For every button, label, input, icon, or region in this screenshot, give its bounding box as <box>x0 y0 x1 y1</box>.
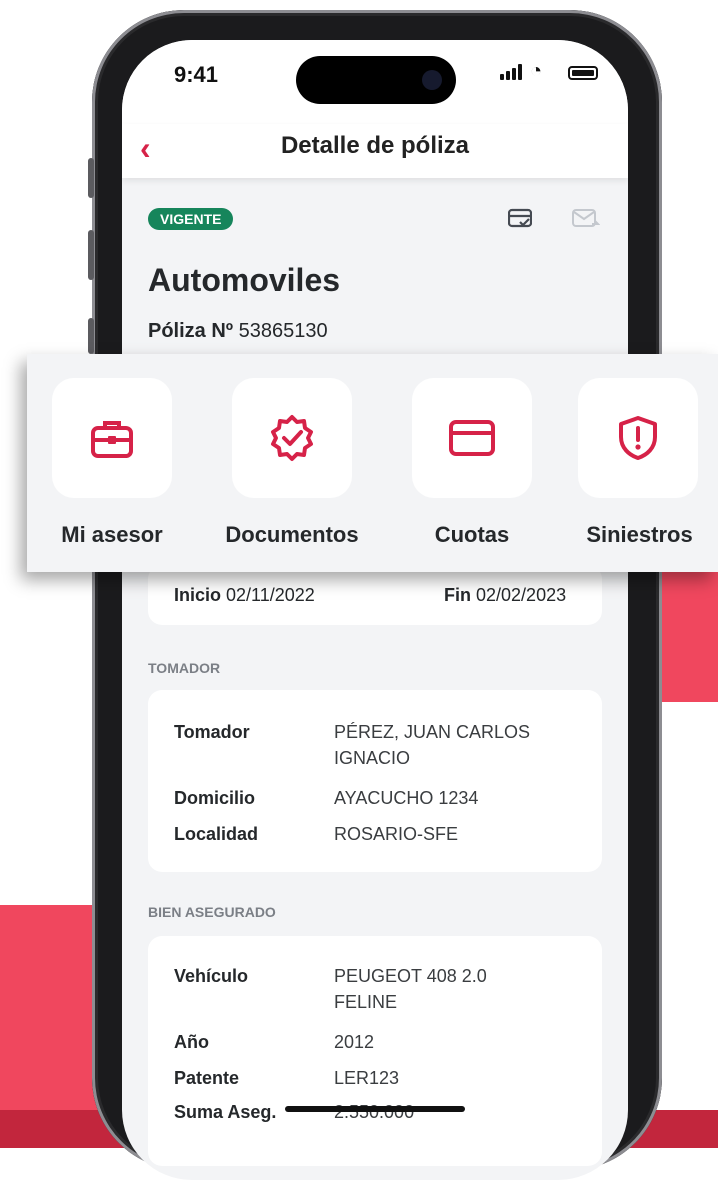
policy-number: Póliza Nº 53865130 <box>148 320 328 343</box>
end-date: Fin 02/02/2023 <box>444 585 566 606</box>
card-check-icon[interactable] <box>508 208 532 230</box>
camera-icon <box>422 70 442 90</box>
mail-forward-icon[interactable] <box>572 208 600 230</box>
policy-number-label: Póliza Nº <box>148 320 234 342</box>
siniestros-button[interactable] <box>578 378 698 498</box>
quick-actions-panel: Mi asesor Documentos Cuotas Siniestros <box>27 354 718 572</box>
tomador-card: Tomador PÉREZ, JUAN CARLOS IGNACIO Domic… <box>148 690 602 872</box>
signal-icon <box>500 64 522 80</box>
nav-bar: ‹ Detalle de póliza <box>122 124 628 178</box>
validity-card: Inicio 02/11/2022 Fin 02/02/2023 <box>148 565 602 625</box>
row-label: Patente <box>174 1068 240 1088</box>
section-tomador: TOMADOR <box>148 660 221 676</box>
phone-screen: 9:41 ◔ ‹ Detalle de póliza VIGENTE Autom… <box>122 40 628 1180</box>
status-badge: VIGENTE <box>148 208 234 230</box>
cuotas-button[interactable] <box>412 378 532 498</box>
documentos-label: Documentos <box>225 522 359 547</box>
briefcase-icon <box>91 421 133 458</box>
status-bar: 9:41 ◔ <box>122 40 628 124</box>
row-value: ROSARIO-SFE <box>334 824 459 844</box>
section-bien-asegurado: BIEN ASEGURADO <box>148 904 276 920</box>
mi-asesor-label: Mi asesor <box>61 522 163 547</box>
phone-side-button <box>88 318 94 354</box>
row-value: LER123 <box>334 1068 400 1088</box>
row-label: Vehículo <box>174 966 249 986</box>
badge-check-icon <box>271 415 313 461</box>
row-value: PEUGEOT 408 2.0 FELINE <box>334 966 487 1012</box>
phone-side-button <box>88 230 94 280</box>
row-value: 2012 <box>334 1032 375 1052</box>
row-label: Localidad <box>174 824 259 844</box>
credit-card-icon <box>449 420 495 456</box>
home-indicator[interactable] <box>285 1106 465 1112</box>
siniestros-label: Siniestros <box>586 522 693 547</box>
row-label: Domicilio <box>174 788 256 808</box>
page-title: Detalle de póliza <box>280 132 470 159</box>
battery-icon <box>568 66 598 80</box>
row-value: 2.550.000 <box>334 1102 415 1122</box>
mi-asesor-button[interactable] <box>52 378 172 498</box>
policy-name: Automoviles <box>148 262 341 298</box>
row-label: Tomador <box>174 722 250 742</box>
wifi-icon: ◔ <box>530 60 543 82</box>
start-value: 02/11/2022 <box>226 585 315 605</box>
end-label: Fin <box>444 585 471 605</box>
status-time: 9:41 <box>174 62 219 87</box>
bien-card: Vehículo PEUGEOT 408 2.0 FELINE Año 2012… <box>148 936 602 1166</box>
policy-number-value: 53865130 <box>238 320 328 342</box>
documentos-button[interactable] <box>232 378 352 498</box>
start-date: Inicio 02/11/2022 <box>174 585 315 606</box>
cuotas-label: Cuotas <box>434 522 510 547</box>
phone-side-button <box>88 158 94 198</box>
row-value: PÉREZ, JUAN CARLOS IGNACIO <box>334 722 531 768</box>
row-label: Año <box>174 1032 209 1052</box>
row-value: AYACUCHO 1234 <box>334 788 479 808</box>
row-label: Suma Aseg. <box>174 1102 277 1122</box>
end-value: 02/02/2023 <box>476 585 567 605</box>
shield-alert-icon <box>619 416 657 460</box>
start-label: Inicio <box>174 585 222 605</box>
